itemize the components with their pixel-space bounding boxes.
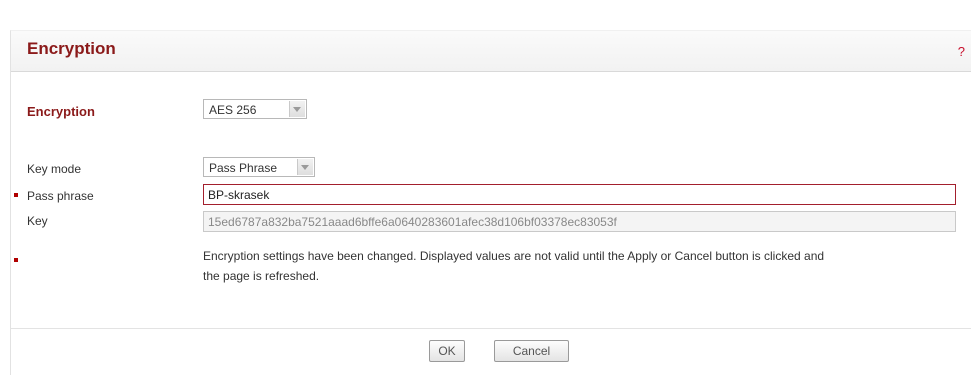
notice-line-1: Encryption settings have been changed. D… <box>203 249 825 263</box>
pass-phrase-label: Pass phrase <box>27 189 94 203</box>
help-icon[interactable]: ? <box>958 44 965 59</box>
notice-line-2: the page is refreshed. <box>203 269 320 283</box>
chevron-down-icon <box>289 101 305 117</box>
encryption-label: Encryption <box>27 104 95 119</box>
footer-divider <box>11 328 971 329</box>
key-mode-select-value: Pass Phrase <box>209 161 278 175</box>
key-label: Key <box>27 214 48 228</box>
pass-phrase-input[interactable] <box>203 184 956 205</box>
encryption-panel: Encryption ? Encryption AES 256 Key mode… <box>10 30 971 375</box>
ok-button[interactable]: OK <box>429 340 465 362</box>
key-mode-select[interactable]: Pass Phrase <box>203 157 315 177</box>
panel-header: Encryption ? <box>11 31 971 72</box>
key-field[interactable] <box>203 211 956 232</box>
notice-marker <box>14 258 18 262</box>
encryption-select-value: AES 256 <box>209 103 257 117</box>
encryption-select[interactable]: AES 256 <box>203 99 307 119</box>
required-marker <box>14 193 18 197</box>
chevron-down-icon <box>297 159 313 175</box>
key-mode-label: Key mode <box>27 162 82 176</box>
page-title: Encryption <box>27 39 116 58</box>
cancel-button[interactable]: Cancel <box>494 340 569 362</box>
notice-text: Encryption settings have been changed. D… <box>203 246 968 286</box>
